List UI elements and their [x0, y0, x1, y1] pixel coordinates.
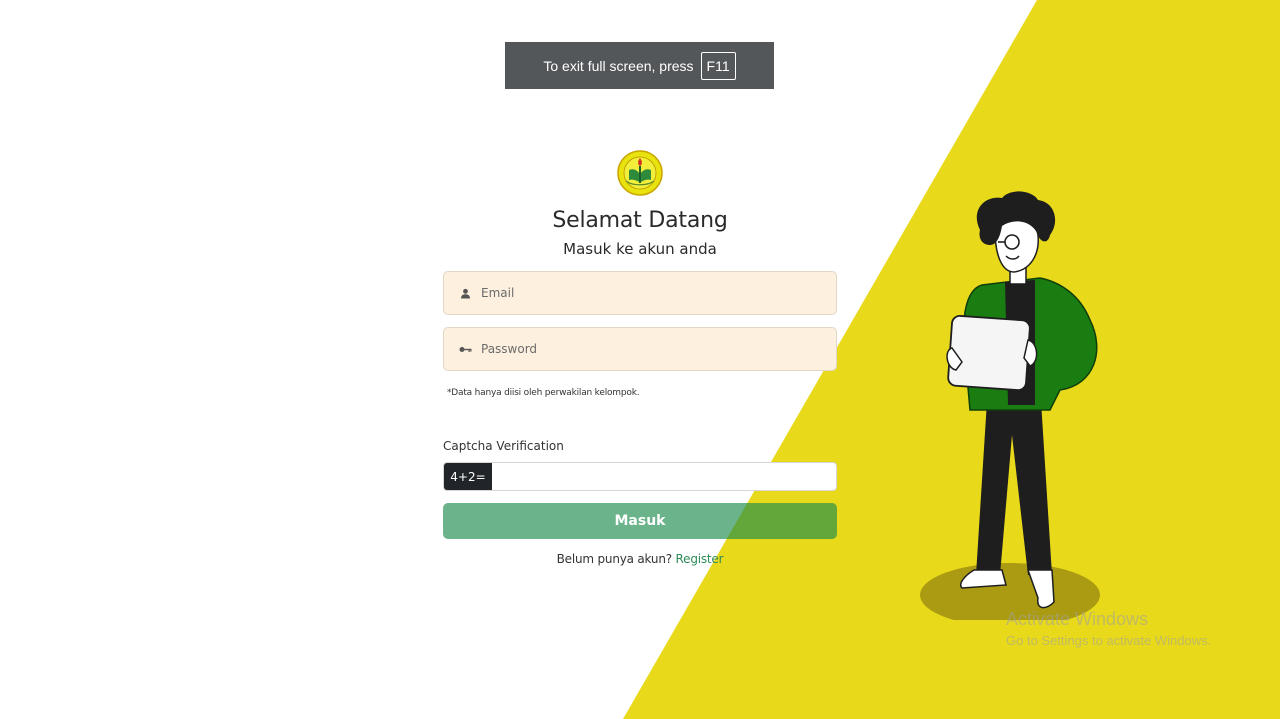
activate-windows-watermark: Activate Windows Go to Settings to activ… — [1006, 609, 1211, 648]
f11-key-badge: F11 — [700, 51, 736, 80]
password-input[interactable] — [479, 341, 813, 357]
university-emblem-icon — [617, 150, 663, 196]
watermark-line-1: Activate Windows — [1006, 609, 1149, 629]
fullscreen-exit-toast: To exit full screen, press F11 — [505, 42, 774, 89]
user-icon — [458, 286, 472, 300]
captcha-label: Captcha Verification — [443, 439, 564, 453]
fullscreen-toast-text: To exit full screen, press — [543, 57, 694, 74]
login-submit-button[interactable]: Masuk — [443, 503, 837, 539]
register-link[interactable]: Register — [676, 552, 724, 566]
group-representative-note: *Data hanya diisi oleh perwakilan kelomp… — [447, 388, 640, 398]
welcome-title: Selamat Datang — [552, 208, 728, 233]
captcha-group: 4+2= — [443, 462, 837, 491]
register-prompt-text: Belum punya akun? — [556, 552, 672, 566]
email-input[interactable] — [479, 285, 813, 301]
student-with-tablet-illustration — [920, 191, 1100, 620]
watermark-line-2: Go to Settings to activate Windows. — [1006, 633, 1212, 648]
email-field-wrapper[interactable] — [443, 271, 837, 315]
captcha-question: 4+2= — [444, 463, 492, 490]
key-icon — [458, 342, 472, 356]
captcha-answer-input[interactable] — [492, 463, 836, 490]
login-page: To exit full screen, press F11 Selamat D… — [0, 0, 1280, 719]
register-prompt-line: Belum punya akun? Register — [440, 552, 840, 566]
password-field-wrapper[interactable] — [443, 327, 837, 371]
welcome-subtitle: Masuk ke akun anda — [563, 240, 717, 258]
